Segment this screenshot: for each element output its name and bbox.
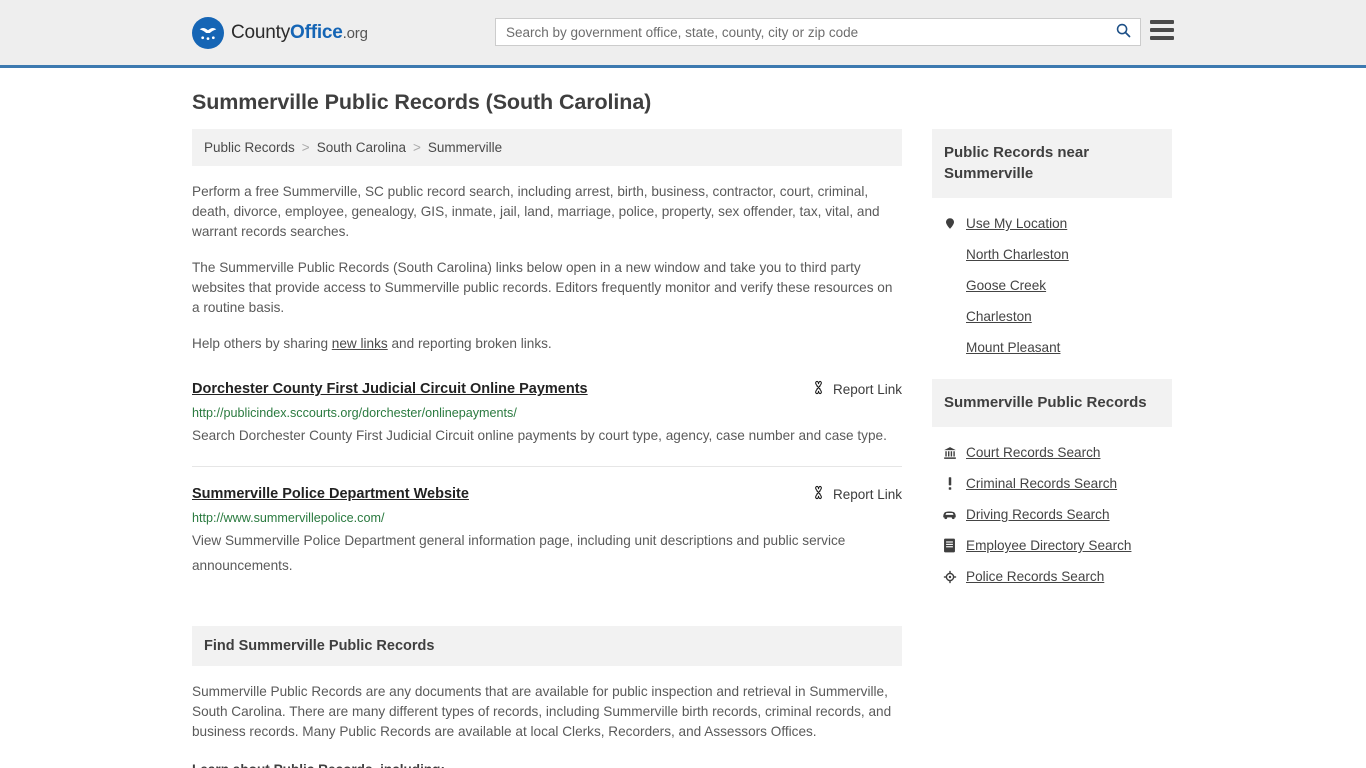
sidebar-heading-records: Summerville Public Records — [932, 379, 1172, 427]
content-row: Public Records > South Carolina > Summer… — [192, 129, 1174, 768]
map-pin-icon — [942, 216, 957, 231]
police-badge-icon — [942, 570, 957, 584]
site-header: CountyOffice.org — [0, 0, 1366, 68]
logo-text-county: County — [231, 21, 291, 43]
result-title-link[interactable]: Summerville Police Department Website — [192, 485, 469, 504]
hamburger-bar — [1150, 36, 1174, 40]
sidebar-item-police-records-search[interactable]: Police Records Search — [942, 561, 1172, 592]
new-links-link[interactable]: new links — [332, 336, 388, 351]
results-list: Dorchester County First Judicial Circuit… — [192, 380, 902, 596]
result-item: Dorchester County First Judicial Circuit… — [192, 380, 902, 467]
sidebar-link-label: Police Records Search — [966, 569, 1105, 584]
breadcrumb-separator: > — [301, 140, 310, 155]
page-title: Summerville Public Records (South Caroli… — [192, 90, 652, 114]
sidebar-item-criminal-records-search[interactable]: Criminal Records Search — [942, 468, 1172, 499]
sidebar-item-court-records-search[interactable]: Court Records Search — [942, 437, 1172, 468]
logo-wordmark: CountyOffice.org — [231, 22, 368, 44]
sidebar-item-use-my-location[interactable]: Use My Location — [942, 208, 1172, 239]
result-title-link[interactable]: Dorchester County First Judicial Circuit… — [192, 380, 588, 399]
search-button[interactable] — [1106, 19, 1140, 45]
breadcrumb: Public Records > South Carolina > Summer… — [192, 129, 902, 166]
intro-paragraph-3: Help others by sharing new links and rep… — [192, 334, 902, 354]
sidebar-link-label: Charleston — [966, 309, 1032, 324]
result-url-link[interactable]: http://publicindex.sccourts.org/dorchest… — [192, 405, 902, 421]
hamburger-menu-icon[interactable] — [1150, 20, 1174, 40]
page-container: Summerville Public Records (South Caroli… — [0, 90, 1366, 768]
find-records-body: Summerville Public Records are any docum… — [192, 684, 892, 739]
report-link-button[interactable]: Report Link — [797, 485, 902, 503]
sidebar-item-mount-pleasant[interactable]: Mount Pleasant — [942, 332, 1172, 363]
hamburger-bar — [1150, 28, 1174, 32]
report-link-label: Report Link — [832, 486, 902, 502]
broken-link-icon — [811, 380, 826, 398]
breadcrumb-separator: > — [413, 140, 421, 155]
intro-paragraph-2: The Summerville Public Records (South Ca… — [192, 260, 893, 315]
breadcrumb-item-summerville: Summerville — [427, 140, 503, 155]
sidebar-link-label: North Charleston — [966, 247, 1069, 262]
broken-link-icon — [811, 485, 826, 503]
result-header: Dorchester County First Judicial Circuit… — [192, 380, 902, 399]
sidebar-link-label: Use My Location — [966, 216, 1068, 231]
sidebar-near-list: Use My Location North Charleston Goose C… — [932, 198, 1172, 363]
result-header: Summerville Police Department Website Re… — [192, 485, 902, 504]
car-icon — [942, 508, 957, 521]
sidebar-card-records: Summerville Public Records Court Records… — [932, 379, 1172, 592]
find-records-heading: Find Summerville Public Records — [192, 626, 902, 666]
sidebar-link-label: Criminal Records Search — [966, 476, 1118, 491]
search-icon — [1115, 22, 1132, 42]
sidebar-link-label: Employee Directory Search — [966, 538, 1132, 553]
sidebar-item-driving-records-search[interactable]: Driving Records Search — [942, 499, 1172, 530]
courthouse-icon — [942, 446, 957, 460]
sidebar: Public Records near Summerville Use My L… — [932, 129, 1172, 608]
result-description: View Summerville Police Department gener… — [192, 533, 846, 573]
search-bar — [495, 18, 1141, 46]
result-item: Summerville Police Department Website Re… — [192, 485, 902, 596]
logo-text-org: .org — [342, 24, 368, 42]
hamburger-bar — [1150, 20, 1174, 24]
breadcrumb-item-south-carolina[interactable]: South Carolina — [317, 140, 406, 155]
sidebar-item-charleston[interactable]: Charleston — [942, 301, 1172, 332]
sidebar-item-goose-creek[interactable]: Goose Creek — [942, 270, 1172, 301]
result-description: Search Dorchester County First Judicial … — [192, 428, 887, 443]
sidebar-item-north-charleston[interactable]: North Charleston — [942, 239, 1172, 270]
sidebar-link-label: Goose Creek — [966, 278, 1047, 293]
logo-text-office: Office — [290, 21, 343, 43]
main-column: Public Records > South Carolina > Summer… — [192, 129, 902, 768]
sidebar-link-label: Court Records Search — [966, 445, 1101, 460]
result-url-link[interactable]: http://www.summervillepolice.com/ — [192, 510, 902, 526]
learn-about-line: Learn about Public Records, including: — [192, 762, 902, 768]
search-input[interactable] — [496, 19, 1106, 45]
intro-paragraph-1: Perform a free Summerville, SC public re… — [192, 184, 880, 239]
exclamation-icon — [942, 476, 957, 491]
id-card-icon — [942, 538, 957, 553]
sidebar-item-employee-directory-search[interactable]: Employee Directory Search — [942, 530, 1172, 561]
eagle-shield-icon — [192, 16, 224, 49]
share-text-after: and reporting broken links. — [387, 336, 552, 351]
breadcrumb-item-public-records[interactable]: Public Records — [204, 140, 295, 155]
sidebar-heading-near: Public Records near Summerville — [932, 129, 1172, 198]
site-logo[interactable]: CountyOffice.org — [192, 16, 368, 49]
share-text-before: Help others by sharing — [192, 336, 332, 351]
sidebar-card-near: Public Records near Summerville Use My L… — [932, 129, 1172, 363]
sidebar-link-label: Mount Pleasant — [966, 340, 1061, 355]
report-link-button[interactable]: Report Link — [797, 380, 902, 398]
report-link-label: Report Link — [832, 381, 902, 397]
sidebar-records-list: Court Records Search Criminal Records Se… — [932, 427, 1172, 592]
sidebar-link-label: Driving Records Search — [966, 507, 1110, 522]
